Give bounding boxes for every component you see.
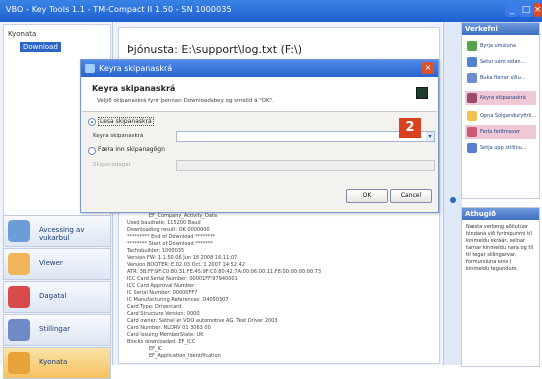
vdo-logo-icon: [416, 87, 428, 99]
nav-viewer[interactable]: Viewer: [3, 248, 111, 280]
option-enter-commands-radio[interactable]: [88, 147, 96, 155]
list-icon: [467, 127, 477, 137]
nav-label: Dagatal: [39, 292, 67, 300]
nav-stillingar[interactable]: Stillingar: [3, 314, 111, 346]
log-line: ICC Card Approval Number:: [127, 283, 196, 289]
folder-open-icon: [467, 111, 477, 121]
calendar-icon: [8, 286, 30, 308]
nav-label: Viewer: [39, 259, 63, 267]
log-line: EF_Company_Activity_Data: [149, 213, 217, 219]
task-opna[interactable]: Opna Sólganduryfirli...: [465, 109, 536, 123]
log-line: Downloading result: OK 0000000: [127, 227, 210, 233]
script-file-combo[interactable]: ▾: [176, 131, 435, 142]
log-line: Card owner: Sethel er VDO automotive AG,…: [127, 318, 278, 324]
ok-button[interactable]: OK: [346, 189, 388, 203]
log-path: Þjónusta: E:\support\log.txt (F:\): [127, 43, 303, 56]
log-line: IC Serial Number: 00000FF7: [127, 290, 198, 296]
log-line: Used baudrate: 115200 Baud: [127, 220, 201, 226]
window-title: VBO - Key Tools 1.1 - TM-Compact II 1.50…: [6, 5, 232, 14]
gear-icon: [8, 319, 30, 341]
task-keyra-skipanaskra[interactable]: Keyra skipanaskrá: [465, 91, 536, 105]
splitter[interactable]: [443, 22, 462, 365]
clock-icon: [8, 352, 30, 374]
script-field-label: Keyra skipanaskrá: [93, 133, 144, 139]
info-panel: Athugið Næsta verkeng aðilutúar hindana …: [461, 207, 540, 367]
log-line: Tachobuilder: 1000035: [127, 248, 185, 254]
cancel-button[interactable]: Cancel: [390, 189, 432, 203]
log-line: EF_IC: [149, 346, 163, 352]
chevron-down-icon[interactable]: ▾: [426, 132, 434, 141]
dialog-heading: Keyra skipanaskrá: [92, 84, 176, 93]
option-enter-commands-label[interactable]: Færa inn skipanagögn: [98, 146, 165, 153]
settings-icon: [467, 57, 477, 67]
dialog-app-icon: [85, 64, 95, 73]
task-setja[interactable]: Setja upp stillinu...: [465, 141, 536, 155]
dialog-titlebar: Keyra skipanaskrá ×: [81, 60, 438, 77]
step-number-badge: 2: [399, 118, 421, 138]
nav-dagatal[interactable]: Dagatal: [3, 281, 111, 313]
play-icon: [467, 41, 477, 51]
nav-label: Avcessing av vukarbul: [39, 226, 85, 242]
log-line: ******** Start of Download *******: [127, 241, 213, 247]
dialog-subtitle: Veljið skipanaskrá fyrir þennan Download…: [97, 98, 274, 104]
log-line: Card Type: Drivercard: [127, 304, 182, 310]
info-text: Næsta verkeng aðilutúar hindana við fyri…: [466, 224, 534, 272]
run-script-dialog: Keyra skipanaskrá × Keyra skipanaskrá Ve…: [80, 59, 439, 213]
log-line: ICC Card Serial Number: 00001FF:97940001: [127, 276, 238, 282]
log-line: Blocks downloaded: EF_ICC: [127, 339, 196, 345]
option-read-script-label[interactable]: Lesa skipanaskrá: [98, 117, 154, 126]
tasks-panel: Verkefni Byrja umsluna Setur sam sidan..…: [461, 22, 540, 199]
log-line: Card Structure Version: 0000: [127, 311, 200, 317]
log-line: IC Manufacturing References: D4050307: [127, 297, 229, 303]
clock-icon: [8, 220, 30, 242]
task-label: Buka fleirar villu...: [480, 75, 526, 81]
log-line: EF_Application_Identification: [149, 353, 221, 359]
log-line: Card Issuing MemberState: UK: [127, 332, 204, 338]
commands-input[interactable]: [176, 160, 435, 171]
task-buka[interactable]: Buka fleirar villu...: [465, 71, 536, 85]
task-setur[interactable]: Setur sam sidan...: [465, 55, 536, 69]
task-label: Byrja umsluna: [480, 43, 516, 49]
commands-field-label: Skipanadagar: [93, 162, 131, 168]
tree-root[interactable]: Kyonata: [8, 30, 36, 38]
minimize-button[interactable]: _: [505, 3, 519, 17]
setup-icon: [467, 143, 477, 153]
tree-download[interactable]: Download: [20, 42, 61, 52]
maximize-button[interactable]: □: [519, 3, 533, 17]
person-icon: [8, 253, 30, 275]
log-line: ********* End of Download ********: [127, 234, 216, 240]
folder-icon: [467, 73, 477, 83]
log-line: Version FW: 1.1.50.06 Jun 18 2008 16:11:…: [127, 255, 238, 261]
nav-vukarbul[interactable]: Avcessing av vukarbul: [3, 215, 111, 247]
log-line: Card Number: NLDRV 01 3063 00: [127, 325, 211, 331]
task-byrja[interactable]: Byrja umsluna: [465, 39, 536, 53]
dialog-title: Keyra skipanaskrá: [99, 64, 173, 73]
nav-kyonata[interactable]: Kyonata: [3, 347, 111, 379]
dialog-close-button[interactable]: ×: [422, 62, 434, 74]
dialog-header: Keyra skipanaskrá Veljið skipanaskrá fyr…: [82, 77, 437, 112]
task-label: Keyra skipanaskrá: [480, 95, 526, 101]
task-label: Ferla fetitmaver: [480, 129, 520, 135]
info-header: Athugið: [462, 208, 539, 220]
log-line: Version BOOTER: E.02.03 Oct. 1 2007 14:5…: [127, 262, 246, 268]
close-window-button[interactable]: ×: [533, 3, 542, 17]
tasks-header: Verkefni: [462, 23, 539, 35]
task-ferla[interactable]: Ferla fetitmaver: [465, 125, 536, 139]
script-icon: [467, 93, 477, 103]
nav-label: Stillingar: [39, 325, 71, 333]
task-label: Setur sam sidan...: [480, 59, 526, 65]
option-read-script-radio[interactable]: [88, 118, 96, 126]
title-bar: VBO - Key Tools 1.1 - TM-Compact II 1.50…: [0, 0, 542, 22]
collapse-arrow-icon[interactable]: [450, 197, 456, 203]
task-label: Opna Sólganduryfirli...: [480, 113, 537, 119]
task-label: Setja upp stillinu...: [480, 145, 527, 151]
log-line: ATR: 3B:FF:9F:C0:80:31:FE:45:9F:C0:80:42…: [127, 269, 322, 275]
